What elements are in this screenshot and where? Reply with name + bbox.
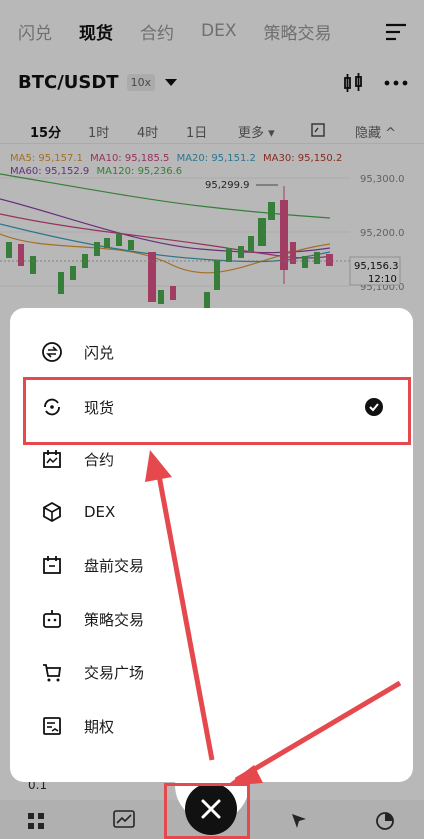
annotation-arrows <box>145 450 402 786</box>
